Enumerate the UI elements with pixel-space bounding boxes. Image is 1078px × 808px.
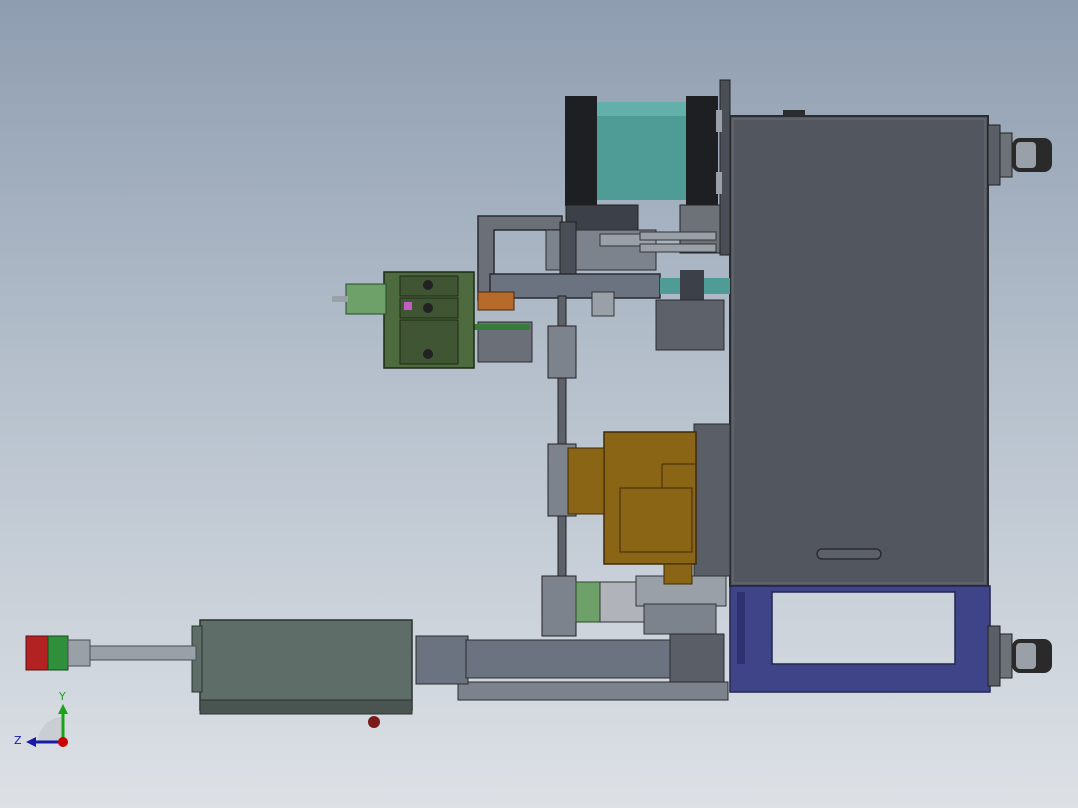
base-frame[interactable]: [729, 585, 991, 693]
bottom-actuator[interactable]: [83, 619, 729, 728]
upper-mechanism[interactable]: [474, 215, 730, 363]
signal-light[interactable]: [25, 635, 91, 671]
x-axis-indicator: [58, 737, 68, 747]
y-axis-label: Y: [58, 690, 66, 703]
caster-bottom: [987, 625, 1052, 687]
cabinet-handle: [816, 548, 882, 560]
cad-viewport[interactable]: Y Z: [0, 0, 1078, 808]
z-axis-label: Z: [14, 734, 22, 747]
y-axis-arrowhead: [58, 704, 68, 714]
control-boards[interactable]: [332, 271, 475, 369]
z-axis-arrowhead: [26, 737, 36, 747]
brass-assembly[interactable]: [567, 431, 697, 585]
coordinate-triad: Y Z: [14, 690, 68, 747]
caster-top: [987, 124, 1052, 186]
assembly-view[interactable]: Y Z: [0, 0, 1078, 808]
teal-cylinder[interactable]: [565, 96, 722, 254]
main-cabinet[interactable]: [693, 79, 989, 587]
